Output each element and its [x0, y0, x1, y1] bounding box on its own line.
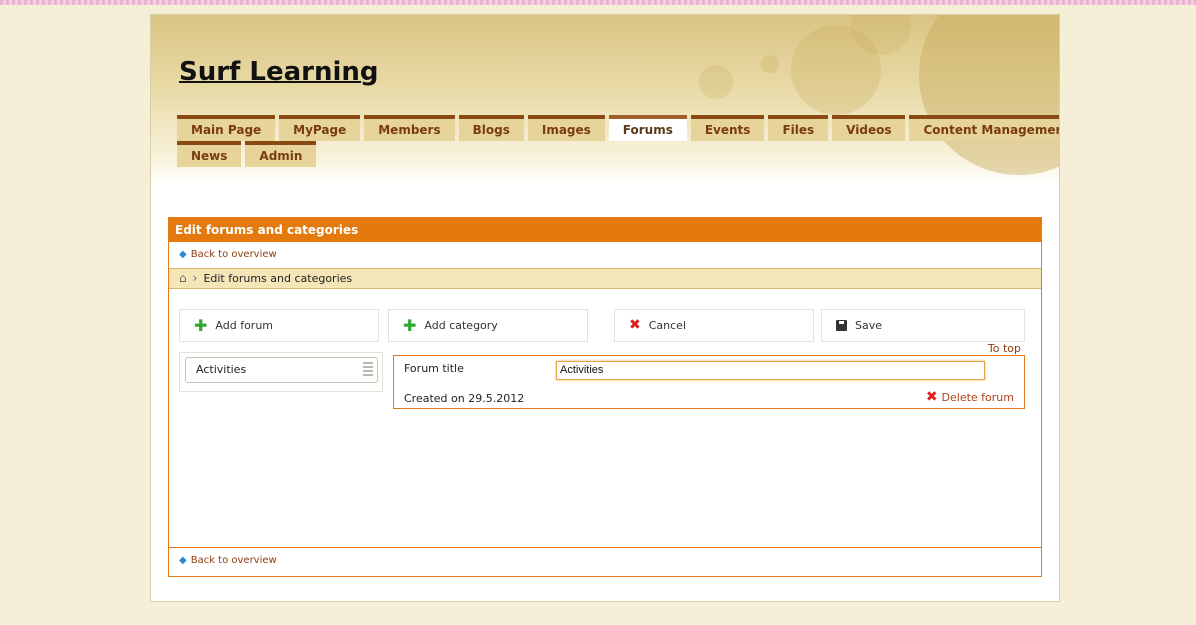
- plus-icon: ✚: [194, 316, 208, 335]
- back-link-label: Back to overview: [190, 249, 277, 260]
- back-to-overview-bottom[interactable]: ◆ Back to overview: [169, 548, 1041, 574]
- tab-members[interactable]: Members: [364, 115, 455, 141]
- forum-editor: Forum title Activities Created on 29.5.2…: [393, 355, 1025, 409]
- save-label: Save: [855, 319, 883, 332]
- edit-forums-panel: Edit forums and categories ◆ Back to ove…: [168, 217, 1042, 577]
- top-decorative-strip: [0, 0, 1196, 5]
- breadcrumb-current: Edit forums and categories: [203, 272, 353, 285]
- nav-row-2: News Admin: [177, 141, 317, 167]
- tab-news[interactable]: News: [177, 141, 242, 167]
- tab-events[interactable]: Events: [690, 115, 765, 141]
- nav-row-1: Main Page MyPage Members Blogs Images Fo…: [177, 115, 1059, 141]
- cancel-button[interactable]: ✖ Cancel: [614, 309, 814, 342]
- decor-circle: [699, 65, 733, 99]
- add-category-button[interactable]: ✚ Add category: [388, 309, 588, 342]
- forum-title-label: Forum title: [404, 362, 464, 375]
- drag-grip-icon[interactable]: [363, 362, 373, 378]
- plus-icon: ✚: [403, 316, 417, 335]
- back-arrow-icon: ◆: [179, 249, 187, 260]
- back-to-overview-top[interactable]: ◆ Back to overview: [169, 242, 1041, 268]
- category-item[interactable]: Activities: [185, 357, 378, 383]
- delete-forum-button[interactable]: ✖ Delete forum: [926, 389, 1014, 405]
- category-list: Activities: [179, 352, 383, 392]
- tab-main-page[interactable]: Main Page: [177, 115, 276, 141]
- delete-x-icon: ✖: [925, 389, 938, 405]
- cancel-label: Cancel: [648, 319, 686, 332]
- forum-title-input[interactable]: Activities: [556, 361, 985, 380]
- back-link-label: Back to overview: [190, 555, 277, 566]
- panel-footer: ◆ Back to overview: [169, 547, 1041, 576]
- tab-admin[interactable]: Admin: [245, 141, 317, 167]
- tab-files[interactable]: Files: [768, 115, 829, 141]
- back-arrow-icon: ◆: [179, 555, 187, 566]
- to-top-link[interactable]: To top: [988, 342, 1021, 355]
- save-disk-icon: [836, 320, 847, 331]
- decor-circle: [761, 55, 779, 73]
- site-header: Surf Learning Main Page MyPage Members B…: [151, 15, 1059, 185]
- forum-toolbar: ✚ Add forum ✚ Add category ✖ Cancel Save: [179, 309, 1027, 343]
- save-button[interactable]: Save: [821, 309, 1025, 342]
- delete-forum-label: Delete forum: [941, 390, 1014, 404]
- home-icon[interactable]: ⌂: [179, 269, 187, 288]
- tab-images[interactable]: Images: [527, 115, 605, 141]
- site-title[interactable]: Surf Learning: [179, 57, 379, 87]
- add-forum-button[interactable]: ✚ Add forum: [179, 309, 379, 342]
- category-item-label: Activities: [196, 363, 247, 376]
- tab-blogs[interactable]: Blogs: [458, 115, 524, 141]
- breadcrumb-separator-icon: ›: [192, 271, 198, 285]
- add-forum-label: Add forum: [215, 319, 274, 332]
- tab-content-management[interactable]: Content Management: [909, 115, 1059, 141]
- created-date: Created on 29.5.2012: [404, 392, 525, 405]
- cancel-x-icon: ✖: [629, 317, 641, 333]
- panel-title: Edit forums and categories: [169, 218, 1041, 242]
- add-category-label: Add category: [424, 319, 498, 332]
- tab-mypage[interactable]: MyPage: [279, 115, 361, 141]
- decor-circle: [919, 15, 1059, 175]
- tab-videos[interactable]: Videos: [832, 115, 906, 141]
- tab-forums[interactable]: Forums: [608, 115, 687, 141]
- breadcrumb: ⌂ › Edit forums and categories: [169, 268, 1041, 289]
